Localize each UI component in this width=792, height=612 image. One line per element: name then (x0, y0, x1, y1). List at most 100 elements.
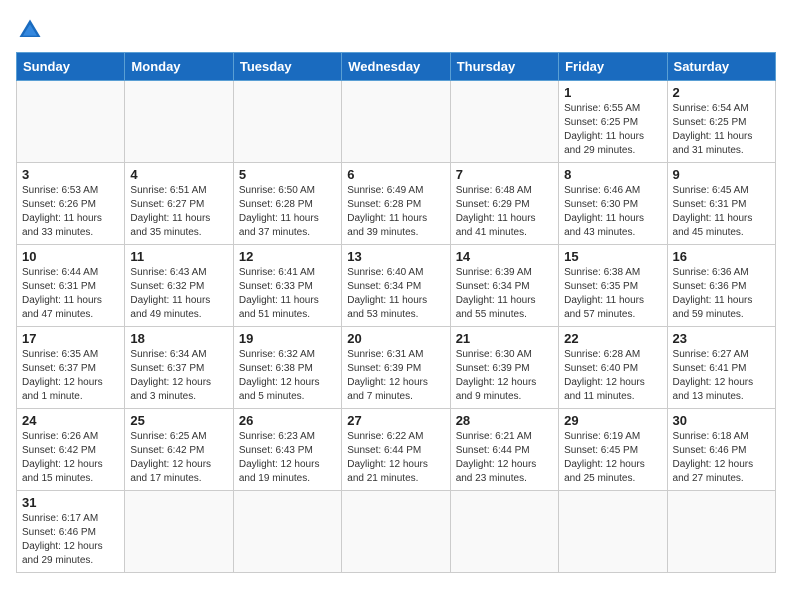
calendar-cell (559, 491, 667, 573)
calendar-cell: 16 Sunrise: 6:36 AM Sunset: 6:36 PM Dayli… (667, 245, 775, 327)
calendar-cell: 19Sunrise: 6:32 AM Sunset: 6:38 PM Dayli… (233, 327, 341, 409)
day-number: 27 (347, 413, 444, 428)
cell-info: Sunrise: 6:48 AM Sunset: 6:29 PM Dayligh… (456, 184, 553, 240)
day-number: 23 (673, 331, 770, 346)
day-number: 2 (673, 85, 770, 100)
cell-info: Sunrise: 6:54 AM Sunset: 6:25 PM Dayligh… (673, 102, 770, 158)
cell-info: Sunrise: 6:45 AM Sunset: 6:31 PM Dayligh… (673, 184, 770, 240)
cell-info: Sunrise: 6:43 AM Sunset: 6:32 PM Dayligh… (130, 266, 227, 322)
day-number: 25 (130, 413, 227, 428)
calendar-cell: 29 Sunrise: 6:19 AM Sunset: 6:45 PM Dayli… (559, 409, 667, 491)
calendar-cell: 26 Sunrise: 6:23 AM Sunset: 6:43 PM Dayli… (233, 409, 341, 491)
calendar-week-row: 17 Sunrise: 6:35 AM Sunset: 6:37 PM Dayli… (17, 327, 776, 409)
day-number: 6 (347, 167, 444, 182)
weekday-header-sunday: Sunday (17, 53, 125, 81)
day-number: 1 (564, 85, 661, 100)
cell-info: Sunrise: 6:30 AM Sunset: 6:39 PM Dayligh… (456, 348, 553, 404)
calendar-cell: 28 Sunrise: 6:21 AM Sunset: 6:44 PM Dayli… (450, 409, 558, 491)
weekday-header-saturday: Saturday (667, 53, 775, 81)
calendar-cell: 30 Sunrise: 6:18 AM Sunset: 6:46 PM Dayli… (667, 409, 775, 491)
cell-info: Sunrise: 6:35 AM Sunset: 6:37 PM Dayligh… (22, 348, 119, 404)
cell-info: Sunrise: 6:21 AM Sunset: 6:44 PM Dayligh… (456, 430, 553, 486)
calendar-cell: 27Sunrise: 6:22 AM Sunset: 6:44 PM Dayli… (342, 409, 450, 491)
calendar-cell: 6 Sunrise: 6:49 AM Sunset: 6:28 PM Daylig… (342, 163, 450, 245)
cell-info: Sunrise: 6:55 AM Sunset: 6:25 PM Dayligh… (564, 102, 661, 158)
weekday-header-monday: Monday (125, 53, 233, 81)
cell-info: Sunrise: 6:41 AM Sunset: 6:33 PM Dayligh… (239, 266, 336, 322)
header-section (16, 16, 776, 44)
day-number: 24 (22, 413, 119, 428)
weekday-header-wednesday: Wednesday (342, 53, 450, 81)
day-number: 7 (456, 167, 553, 182)
cell-info: Sunrise: 6:18 AM Sunset: 6:46 PM Dayligh… (673, 430, 770, 486)
calendar-week-row: 10 Sunrise: 6:44 AM Sunset: 6:31 PM Dayli… (17, 245, 776, 327)
cell-info: Sunrise: 6:19 AM Sunset: 6:45 PM Dayligh… (564, 430, 661, 486)
day-number: 29 (564, 413, 661, 428)
calendar-cell: 9 Sunrise: 6:45 AM Sunset: 6:31 PM Daylig… (667, 163, 775, 245)
calendar-cell: 8Sunrise: 6:46 AM Sunset: 6:30 PM Daylig… (559, 163, 667, 245)
calendar-cell: 5Sunrise: 6:50 AM Sunset: 6:28 PM Daylig… (233, 163, 341, 245)
calendar-cell: 18 Sunrise: 6:34 AM Sunset: 6:37 PM Dayli… (125, 327, 233, 409)
calendar-cell: 1 Sunrise: 6:55 AM Sunset: 6:25 PM Daylig… (559, 81, 667, 163)
day-number: 30 (673, 413, 770, 428)
day-number: 13 (347, 249, 444, 264)
day-number: 31 (22, 495, 119, 510)
calendar-cell: 14 Sunrise: 6:39 AM Sunset: 6:34 PM Dayli… (450, 245, 558, 327)
weekday-header-thursday: Thursday (450, 53, 558, 81)
cell-info: Sunrise: 6:38 AM Sunset: 6:35 PM Dayligh… (564, 266, 661, 322)
cell-info: Sunrise: 6:49 AM Sunset: 6:28 PM Dayligh… (347, 184, 444, 240)
day-number: 14 (456, 249, 553, 264)
cell-info: Sunrise: 6:23 AM Sunset: 6:43 PM Dayligh… (239, 430, 336, 486)
day-number: 16 (673, 249, 770, 264)
calendar-cell: 13Sunrise: 6:40 AM Sunset: 6:34 PM Dayli… (342, 245, 450, 327)
weekday-header-row: SundayMondayTuesdayWednesdayThursdayFrid… (17, 53, 776, 81)
calendar-cell (667, 491, 775, 573)
day-number: 17 (22, 331, 119, 346)
calendar-cell (450, 491, 558, 573)
cell-info: Sunrise: 6:39 AM Sunset: 6:34 PM Dayligh… (456, 266, 553, 322)
calendar-week-row: 3Sunrise: 6:53 AM Sunset: 6:26 PM Daylig… (17, 163, 776, 245)
calendar-week-row: 24Sunrise: 6:26 AM Sunset: 6:42 PM Dayli… (17, 409, 776, 491)
calendar-cell (17, 81, 125, 163)
calendar-cell: 15Sunrise: 6:38 AM Sunset: 6:35 PM Dayli… (559, 245, 667, 327)
calendar-cell: 12 Sunrise: 6:41 AM Sunset: 6:33 PM Dayli… (233, 245, 341, 327)
calendar-table: SundayMondayTuesdayWednesdayThursdayFrid… (16, 52, 776, 573)
cell-info: Sunrise: 6:44 AM Sunset: 6:31 PM Dayligh… (22, 266, 119, 322)
cell-info: Sunrise: 6:51 AM Sunset: 6:27 PM Dayligh… (130, 184, 227, 240)
calendar-cell: 25 Sunrise: 6:25 AM Sunset: 6:42 PM Dayli… (125, 409, 233, 491)
cell-info: Sunrise: 6:25 AM Sunset: 6:42 PM Dayligh… (130, 430, 227, 486)
calendar-cell: 20Sunrise: 6:31 AM Sunset: 6:39 PM Dayli… (342, 327, 450, 409)
day-number: 12 (239, 249, 336, 264)
calendar-cell: 11Sunrise: 6:43 AM Sunset: 6:32 PM Dayli… (125, 245, 233, 327)
day-number: 26 (239, 413, 336, 428)
day-number: 10 (22, 249, 119, 264)
calendar-cell (342, 491, 450, 573)
weekday-header-tuesday: Tuesday (233, 53, 341, 81)
calendar-week-row: 31Sunrise: 6:17 AM Sunset: 6:46 PM Dayli… (17, 491, 776, 573)
day-number: 5 (239, 167, 336, 182)
day-number: 18 (130, 331, 227, 346)
calendar-cell: 31Sunrise: 6:17 AM Sunset: 6:46 PM Dayli… (17, 491, 125, 573)
calendar-cell (450, 81, 558, 163)
calendar-cell (125, 491, 233, 573)
day-number: 28 (456, 413, 553, 428)
calendar-cell: 2 Sunrise: 6:54 AM Sunset: 6:25 PM Daylig… (667, 81, 775, 163)
day-number: 21 (456, 331, 553, 346)
calendar-cell (342, 81, 450, 163)
cell-info: Sunrise: 6:36 AM Sunset: 6:36 PM Dayligh… (673, 266, 770, 322)
calendar-cell: 23Sunrise: 6:27 AM Sunset: 6:41 PM Dayli… (667, 327, 775, 409)
calendar-cell: 24Sunrise: 6:26 AM Sunset: 6:42 PM Dayli… (17, 409, 125, 491)
weekday-header-friday: Friday (559, 53, 667, 81)
calendar-cell (233, 81, 341, 163)
calendar-cell: 10 Sunrise: 6:44 AM Sunset: 6:31 PM Dayli… (17, 245, 125, 327)
calendar-cell: 4 Sunrise: 6:51 AM Sunset: 6:27 PM Daylig… (125, 163, 233, 245)
day-number: 9 (673, 167, 770, 182)
calendar-cell: 7 Sunrise: 6:48 AM Sunset: 6:29 PM Daylig… (450, 163, 558, 245)
calendar-cell: 17 Sunrise: 6:35 AM Sunset: 6:37 PM Dayli… (17, 327, 125, 409)
cell-info: Sunrise: 6:46 AM Sunset: 6:30 PM Dayligh… (564, 184, 661, 240)
calendar-cell: 22Sunrise: 6:28 AM Sunset: 6:40 PM Dayli… (559, 327, 667, 409)
calendar-cell (233, 491, 341, 573)
day-number: 22 (564, 331, 661, 346)
day-number: 4 (130, 167, 227, 182)
cell-info: Sunrise: 6:34 AM Sunset: 6:37 PM Dayligh… (130, 348, 227, 404)
